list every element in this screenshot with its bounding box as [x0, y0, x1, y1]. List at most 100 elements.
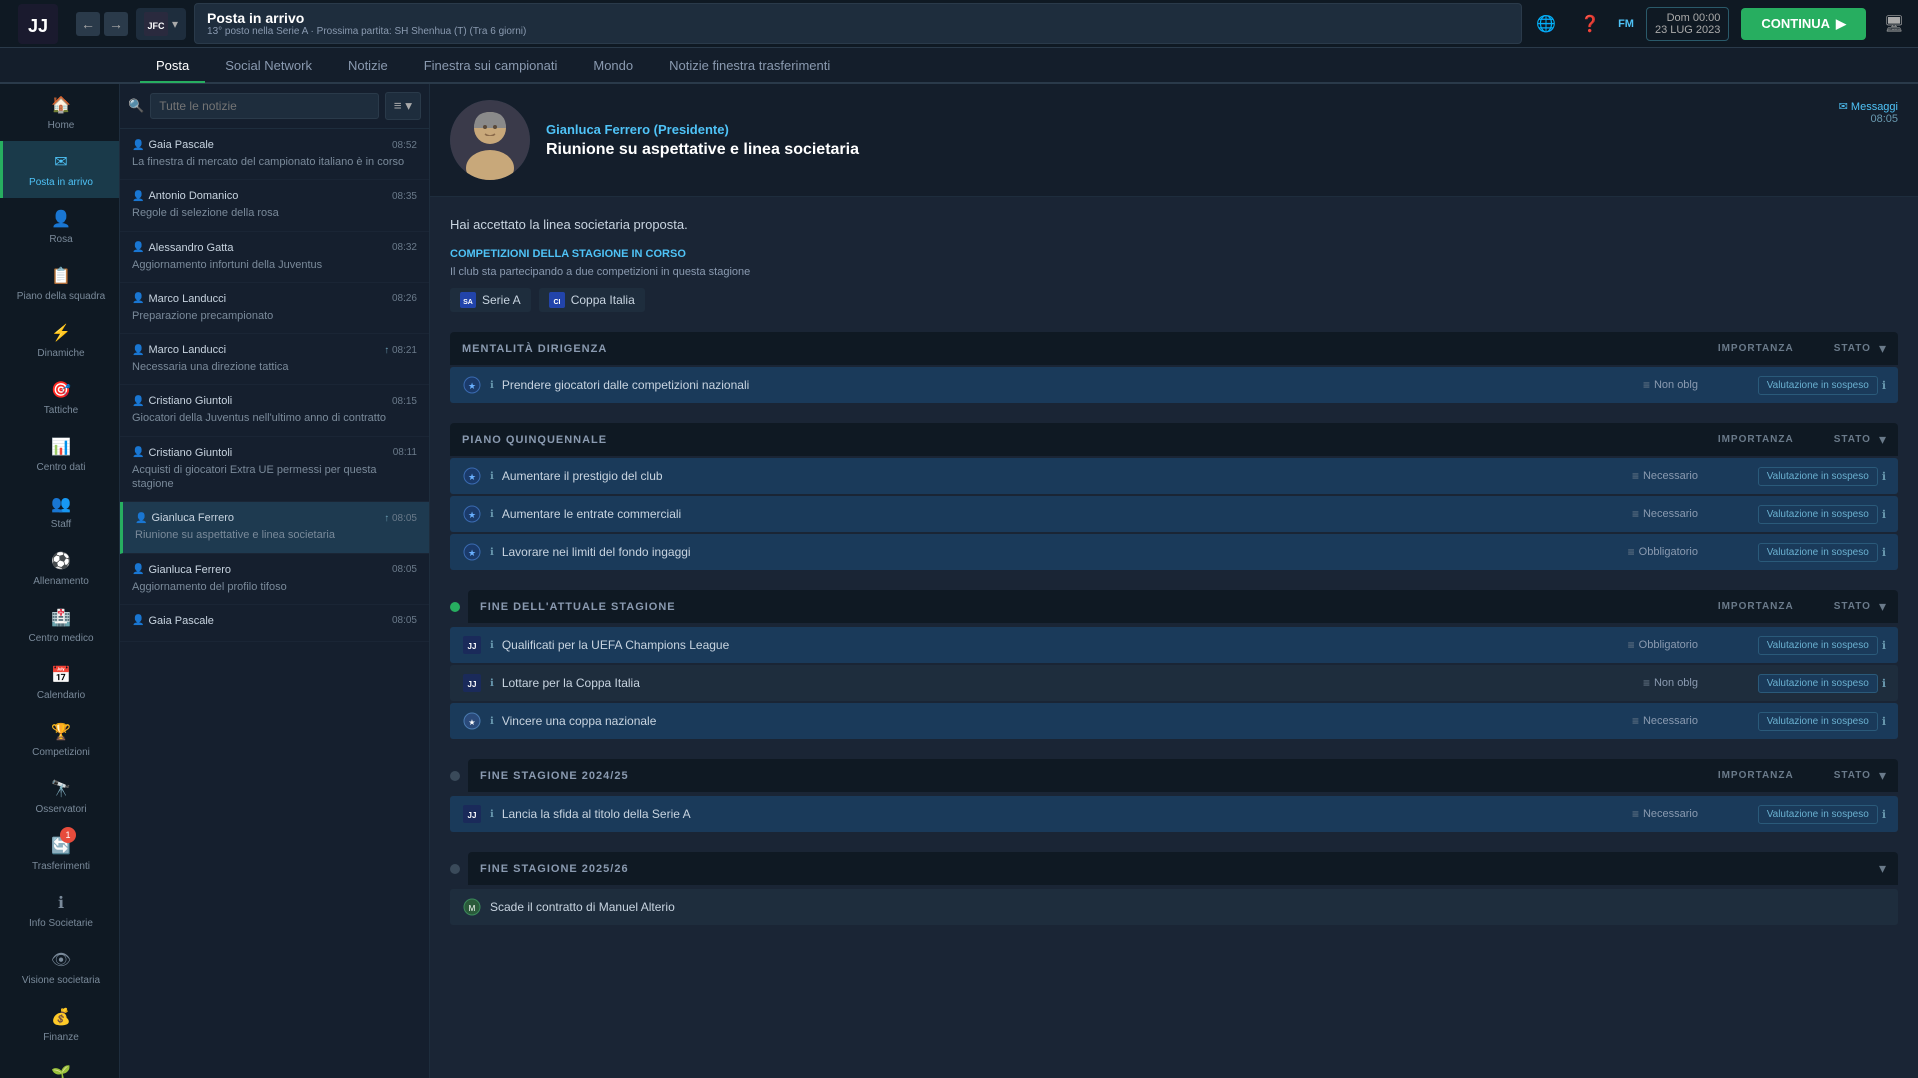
section-finestagione2025-title: FINE STAGIONE 2024/25 — [480, 770, 1710, 782]
obj-status-mentalita-0: Valutazione in sospeso ℹ — [1706, 376, 1886, 395]
message-item-9[interactable]: 👤 Gaia Pascale 08:05 — [120, 605, 429, 642]
sidebar-item-centromedico[interactable]: 🏥 Centro medico — [0, 597, 119, 654]
message-item-0[interactable]: 👤 Gaia Pascale 08:52 La finestra di merc… — [120, 129, 429, 180]
svg-text:JJ: JJ — [28, 16, 48, 36]
sidebar-item-visione[interactable]: 👁 Visione societaria — [0, 939, 119, 996]
sidebar-item-allenamento[interactable]: ⚽ Allenamento — [0, 540, 119, 597]
sidebar-item-posta[interactable]: ✉ Posta in arrivo — [0, 141, 119, 198]
filter-button[interactable]: ≡ ▾ — [385, 92, 421, 120]
status-info-2025-0[interactable]: ℹ — [1882, 808, 1886, 821]
tab-social[interactable]: Social Network — [209, 50, 328, 83]
chevron-down-icon: ▾ — [172, 17, 178, 31]
col-imp-2: IMPORTANZA — [1718, 434, 1794, 445]
page-title: Posta in arrivo — [207, 10, 1509, 26]
sidebar-item-dinamiche[interactable]: ⚡ Dinamiche — [0, 312, 119, 369]
continue-button[interactable]: CONTINUA ▶ — [1741, 8, 1866, 40]
message-item-7[interactable]: 👤 Gianluca Ferrero ↑ 08:05 Riunione su a… — [120, 502, 429, 553]
section-finestagione-header: FINE DELL'ATTUALE STAGIONE IMPORTANZA ST… — [468, 590, 1898, 623]
tab-notizie[interactable]: Notizie — [332, 50, 404, 83]
status-info-piano-1[interactable]: ℹ — [1882, 508, 1886, 521]
obj-importance-mentalita-0: ≡ Non oblg — [1578, 378, 1698, 392]
sidebar-item-staff[interactable]: 👥 Staff — [0, 483, 119, 540]
obj-importance-piano-1: ≡ Necessario — [1578, 507, 1698, 521]
message-subject: Riunione su aspettative e linea societar… — [546, 141, 1898, 159]
section-mentalita-toggle[interactable]: ▾ — [1879, 340, 1886, 357]
status-info-piano-2[interactable]: ℹ — [1882, 546, 1886, 559]
section-piano-title: PIANO QUINQUENNALE — [462, 434, 1710, 446]
message-item-5[interactable]: 👤 Cristiano Giuntoli 08:15 Giocatori del… — [120, 385, 429, 436]
msg-sender-6: 👤 Cristiano Giuntoli — [132, 447, 232, 459]
date-display: Dom 00:00 23 LUG 2023 — [1646, 7, 1729, 41]
status-info-fin-2[interactable]: ℹ — [1882, 715, 1886, 728]
competitions-section: COMPETIZIONI DELLA STAGIONE IN CORSO Il … — [450, 248, 1898, 312]
info-btn-2025-0[interactable]: ℹ — [490, 809, 494, 820]
sidebar-item-rosa[interactable]: 👤 Rosa — [0, 198, 119, 255]
obj-row-2026-0: M Scade il contratto di Manuel Alterio — [450, 889, 1898, 925]
info-btn-piano-2[interactable]: ℹ — [490, 547, 494, 558]
obj-status-fin-1: Valutazione in sospeso ℹ — [1706, 674, 1886, 693]
sidebar-label-centrodati: Centro dati — [37, 462, 86, 473]
avatar-image — [450, 100, 530, 180]
back-button[interactable]: ← — [76, 12, 100, 36]
message-item-4[interactable]: 👤 Marco Landucci ↑ 08:21 Necessaria una … — [120, 334, 429, 385]
tab-mondo[interactable]: Mondo — [577, 50, 649, 83]
info-btn-mentalita-0[interactable]: ℹ — [490, 380, 494, 391]
timestamp-value: 08:05 — [1839, 113, 1898, 125]
sidebar-item-home[interactable]: 🏠 Home — [0, 84, 119, 141]
sidebar-item-piano[interactable]: 📋 Piano della squadra — [0, 255, 119, 312]
sidebar-item-trasferimenti[interactable]: 🔄 1 Trasferimenti — [0, 825, 119, 882]
forward-button[interactable]: → — [104, 12, 128, 36]
sidebar-label-calendario: Calendario — [37, 690, 85, 701]
top-bar: JJ ← → JFC ▾ Posta in arrivo 13° posto n… — [0, 0, 1918, 48]
timestamp-label: ✉ Messaggi — [1839, 100, 1898, 113]
message-item-1[interactable]: 👤 Antonio Domanico 08:35 Regole di selez… — [120, 180, 429, 231]
tab-finestra[interactable]: Finestra sui campionati — [408, 50, 574, 83]
sidebar-item-centrodati[interactable]: 📊 Centro dati — [0, 426, 119, 483]
section-piano-toggle[interactable]: ▾ — [1879, 431, 1886, 448]
svg-text:★: ★ — [468, 510, 476, 520]
svg-text:SA: SA — [463, 299, 473, 306]
message-item-8[interactable]: 👤 Gianluca Ferrero 08:05 Aggiornamento d… — [120, 554, 429, 605]
competitions-subtitle: Il club sta partecipando a due competizi… — [450, 266, 1898, 278]
sidebar-item-tattiche[interactable]: 🎯 Tattiche — [0, 369, 119, 426]
svg-text:M: M — [469, 904, 476, 913]
status-badge-piano-1: Valutazione in sospeso — [1758, 505, 1878, 524]
info-btn-fin-2[interactable]: ℹ — [490, 716, 494, 727]
sidebar-item-infosoc[interactable]: ℹ Info Societarie — [0, 882, 119, 939]
status-info-piano-0[interactable]: ℹ — [1882, 470, 1886, 483]
message-search-input[interactable] — [150, 93, 379, 119]
monitor-icon[interactable]: 🖥 — [1878, 8, 1910, 40]
tab-posta[interactable]: Posta — [140, 50, 205, 83]
obj-label-piano-2: Lavorare nei limiti del fondo ingaggi — [502, 545, 1570, 559]
sidebar-item-osservatori[interactable]: 🔭 Osservatori — [0, 768, 119, 825]
sidebar-item-competizioni[interactable]: 🏆 Competizioni — [0, 711, 119, 768]
global-btn[interactable]: 🌐 — [1530, 8, 1562, 40]
info-btn-piano-1[interactable]: ℹ — [490, 509, 494, 520]
sidebar-item-centrosv[interactable]: 🌱 Centro Sv. — [0, 1053, 119, 1078]
section-finestagione-toggle[interactable]: ▾ — [1879, 598, 1886, 615]
status-info-mentalita-0[interactable]: ℹ — [1882, 379, 1886, 392]
obj-icon-piano-0: ★ — [462, 466, 482, 486]
status-info-fin-0[interactable]: ℹ — [1882, 639, 1886, 652]
message-item-2[interactable]: 👤 Alessandro Gatta 08:32 Aggiornamento i… — [120, 232, 429, 283]
msg-preview-8: Aggiornamento del profilo tifoso — [132, 580, 417, 594]
message-item-6[interactable]: 👤 Cristiano Giuntoli 08:11 Acquisti di g… — [120, 437, 429, 503]
obj-row-piano-0: ★ ℹ Aumentare il prestigio del club ≡ Ne… — [450, 458, 1898, 494]
msg-preview-2: Aggiornamento infortuni della Juventus — [132, 258, 417, 272]
tab-notizie-trasf[interactable]: Notizie finestra trasferimenti — [653, 50, 846, 83]
info-btn-fin-0[interactable]: ℹ — [490, 640, 494, 651]
help-btn[interactable]: ❓ — [1574, 8, 1606, 40]
sidebar-label-home: Home — [48, 120, 75, 131]
section-finestagione2026-toggle[interactable]: ▾ — [1879, 860, 1886, 877]
sidebar-item-finanze[interactable]: 💰 Finanze — [0, 996, 119, 1053]
message-item-3[interactable]: 👤 Marco Landucci 08:26 Preparazione prec… — [120, 283, 429, 334]
msg-preview-7: Riunione su aspettative e linea societar… — [135, 528, 417, 542]
team-badge: JFC ▾ — [136, 8, 186, 40]
info-btn-piano-0[interactable]: ℹ — [490, 471, 494, 482]
section-finestagione2025-toggle[interactable]: ▾ — [1879, 767, 1886, 784]
status-info-fin-1[interactable]: ℹ — [1882, 677, 1886, 690]
obj-row-piano-1: ★ ℹ Aumentare le entrate commerciali ≡ N… — [450, 496, 1898, 532]
info-btn-fin-1[interactable]: ℹ — [490, 678, 494, 689]
sidebar-item-calendario[interactable]: 📅 Calendario — [0, 654, 119, 711]
obj-icon-fin-0: JJ — [462, 635, 482, 655]
